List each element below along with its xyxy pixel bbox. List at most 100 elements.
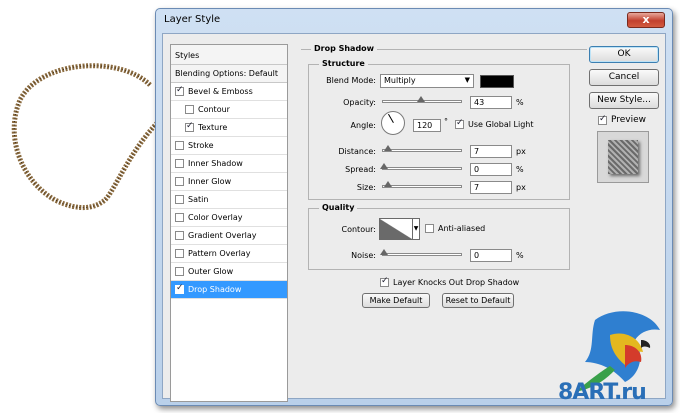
anti-aliased-check[interactable] bbox=[425, 224, 434, 233]
style-item-label: Contour bbox=[198, 105, 230, 114]
style-item-checkbox[interactable] bbox=[175, 195, 184, 204]
style-item-bevel-emboss[interactable]: Bevel & Emboss bbox=[171, 83, 287, 101]
use-global-light-checkbox[interactable]: Use Global Light bbox=[455, 118, 534, 129]
size-unit: px bbox=[516, 183, 526, 192]
angle-unit: ° bbox=[444, 117, 448, 126]
noise-field[interactable]: 0 bbox=[470, 249, 512, 262]
style-item-checkbox[interactable] bbox=[175, 283, 184, 294]
shadow-color-swatch[interactable] bbox=[480, 75, 514, 88]
spread-unit: % bbox=[516, 165, 524, 174]
preview-check[interactable] bbox=[598, 114, 607, 125]
style-item-label: Gradient Overlay bbox=[188, 231, 257, 240]
style-item-texture[interactable]: Texture bbox=[171, 119, 287, 137]
style-item-satin[interactable]: Satin bbox=[171, 191, 287, 209]
style-item-checkbox[interactable] bbox=[175, 159, 184, 168]
structure-group: Structure Blend Mode: Multiply ▼ Opacity… bbox=[308, 59, 570, 200]
distance-label: Distance: bbox=[338, 147, 376, 156]
distance-slider-thumb[interactable] bbox=[384, 145, 392, 151]
size-field[interactable]: 7 bbox=[470, 181, 512, 194]
style-item-checkbox[interactable] bbox=[175, 249, 184, 258]
size-slider[interactable] bbox=[382, 181, 462, 188]
style-item-label: Inner Shadow bbox=[188, 159, 243, 168]
size-slider-thumb[interactable] bbox=[384, 181, 392, 187]
style-item-stroke[interactable]: Stroke bbox=[171, 137, 287, 155]
style-item-checkbox[interactable] bbox=[175, 213, 184, 222]
styles-list: Styles Blending Options: Default Bevel &… bbox=[170, 44, 288, 402]
quality-group: Quality Contour: ▼ Anti-aliased Noise: 0… bbox=[308, 203, 570, 270]
contour-picker[interactable] bbox=[379, 218, 413, 240]
preview-thumbnail bbox=[597, 131, 649, 183]
reset-to-default-button[interactable]: Reset to Default bbox=[442, 293, 514, 308]
style-item-drop-shadow[interactable]: Drop Shadow bbox=[171, 281, 287, 299]
knockout-check[interactable] bbox=[380, 276, 389, 287]
style-item-outer-glow[interactable]: Outer Glow bbox=[171, 263, 287, 281]
angle-dial-hand bbox=[388, 113, 394, 123]
noise-slider-thumb[interactable] bbox=[380, 249, 388, 255]
styles-header[interactable]: Styles bbox=[171, 45, 287, 65]
style-item-inner-glow[interactable]: Inner Glow bbox=[171, 173, 287, 191]
anti-aliased-checkbox[interactable]: Anti-aliased bbox=[425, 224, 485, 233]
opacity-field[interactable]: 43 bbox=[470, 96, 512, 109]
angle-field[interactable]: 120 bbox=[413, 119, 441, 132]
style-item-label: Bevel & Emboss bbox=[188, 87, 253, 96]
distance-field[interactable]: 7 bbox=[470, 145, 512, 158]
style-item-label: Texture bbox=[198, 123, 228, 132]
title-bar[interactable]: Layer Style x bbox=[156, 9, 672, 33]
style-item-label: Drop Shadow bbox=[188, 285, 242, 294]
contour-label: Contour: bbox=[341, 225, 377, 234]
blend-mode-value: Multiply bbox=[384, 76, 416, 85]
style-item-label: Inner Glow bbox=[188, 177, 232, 186]
drop-shadow-title: Drop Shadow bbox=[311, 44, 378, 53]
style-item-label: Satin bbox=[188, 195, 209, 204]
style-item-checkbox[interactable] bbox=[175, 231, 184, 240]
preview-swatch bbox=[608, 140, 638, 174]
style-item-gradient-overlay[interactable]: Gradient Overlay bbox=[171, 227, 287, 245]
cancel-button[interactable]: Cancel bbox=[589, 69, 659, 86]
spread-field[interactable]: 0 bbox=[470, 163, 512, 176]
make-default-button[interactable]: Make Default bbox=[362, 293, 430, 308]
opacity-label: Opacity: bbox=[343, 98, 376, 107]
blending-options-item[interactable]: Blending Options: Default bbox=[171, 65, 287, 83]
spread-slider[interactable] bbox=[380, 163, 462, 170]
style-item-pattern-overlay[interactable]: Pattern Overlay bbox=[171, 245, 287, 263]
angle-label: Angle: bbox=[350, 121, 376, 130]
blend-mode-label: Blend Mode: bbox=[326, 76, 376, 85]
style-item-color-overlay[interactable]: Color Overlay bbox=[171, 209, 287, 227]
opacity-slider[interactable] bbox=[382, 96, 462, 103]
angle-dial[interactable] bbox=[381, 111, 405, 135]
opacity-unit: % bbox=[516, 98, 524, 107]
use-global-light-check[interactable] bbox=[455, 118, 464, 129]
dialog-title: Layer Style bbox=[164, 14, 221, 25]
opacity-slider-thumb[interactable] bbox=[417, 96, 425, 102]
style-item-label: Outer Glow bbox=[188, 267, 234, 276]
close-button[interactable]: x bbox=[627, 12, 665, 28]
spread-slider-thumb[interactable] bbox=[380, 163, 388, 169]
style-item-label: Pattern Overlay bbox=[188, 249, 251, 258]
style-item-checkbox[interactable] bbox=[185, 121, 194, 132]
style-item-checkbox[interactable] bbox=[175, 141, 184, 150]
new-style-button[interactable]: New Style... bbox=[589, 92, 659, 109]
knockout-checkbox[interactable]: Layer Knocks Out Drop Shadow bbox=[380, 276, 519, 287]
watermark-text: 8ART.ru bbox=[558, 380, 647, 405]
spread-label: Spread: bbox=[345, 165, 376, 174]
structure-title: Structure bbox=[319, 59, 368, 68]
distance-slider[interactable] bbox=[382, 145, 462, 152]
dropdown-arrow-icon: ▼ bbox=[464, 76, 470, 84]
anti-aliased-label: Anti-aliased bbox=[438, 224, 486, 233]
blend-mode-select[interactable]: Multiply ▼ bbox=[380, 74, 474, 88]
style-item-checkbox[interactable] bbox=[175, 267, 184, 276]
style-item-checkbox[interactable] bbox=[175, 85, 184, 96]
noise-label: Noise: bbox=[351, 251, 376, 260]
style-item-inner-shadow[interactable]: Inner Shadow bbox=[171, 155, 287, 173]
style-item-contour[interactable]: Contour bbox=[171, 101, 287, 119]
preview-label: Preview bbox=[611, 115, 647, 125]
noise-unit: % bbox=[516, 251, 524, 260]
style-item-checkbox[interactable] bbox=[175, 177, 184, 186]
noise-slider[interactable] bbox=[380, 249, 462, 256]
style-item-checkbox[interactable] bbox=[185, 105, 194, 114]
contour-dropdown-arrow-icon[interactable]: ▼ bbox=[412, 218, 420, 240]
preview-checkbox[interactable]: Preview bbox=[598, 114, 647, 125]
ok-button[interactable]: OK bbox=[589, 46, 659, 63]
use-global-light-label: Use Global Light bbox=[468, 120, 534, 129]
style-item-label: Color Overlay bbox=[188, 213, 243, 222]
